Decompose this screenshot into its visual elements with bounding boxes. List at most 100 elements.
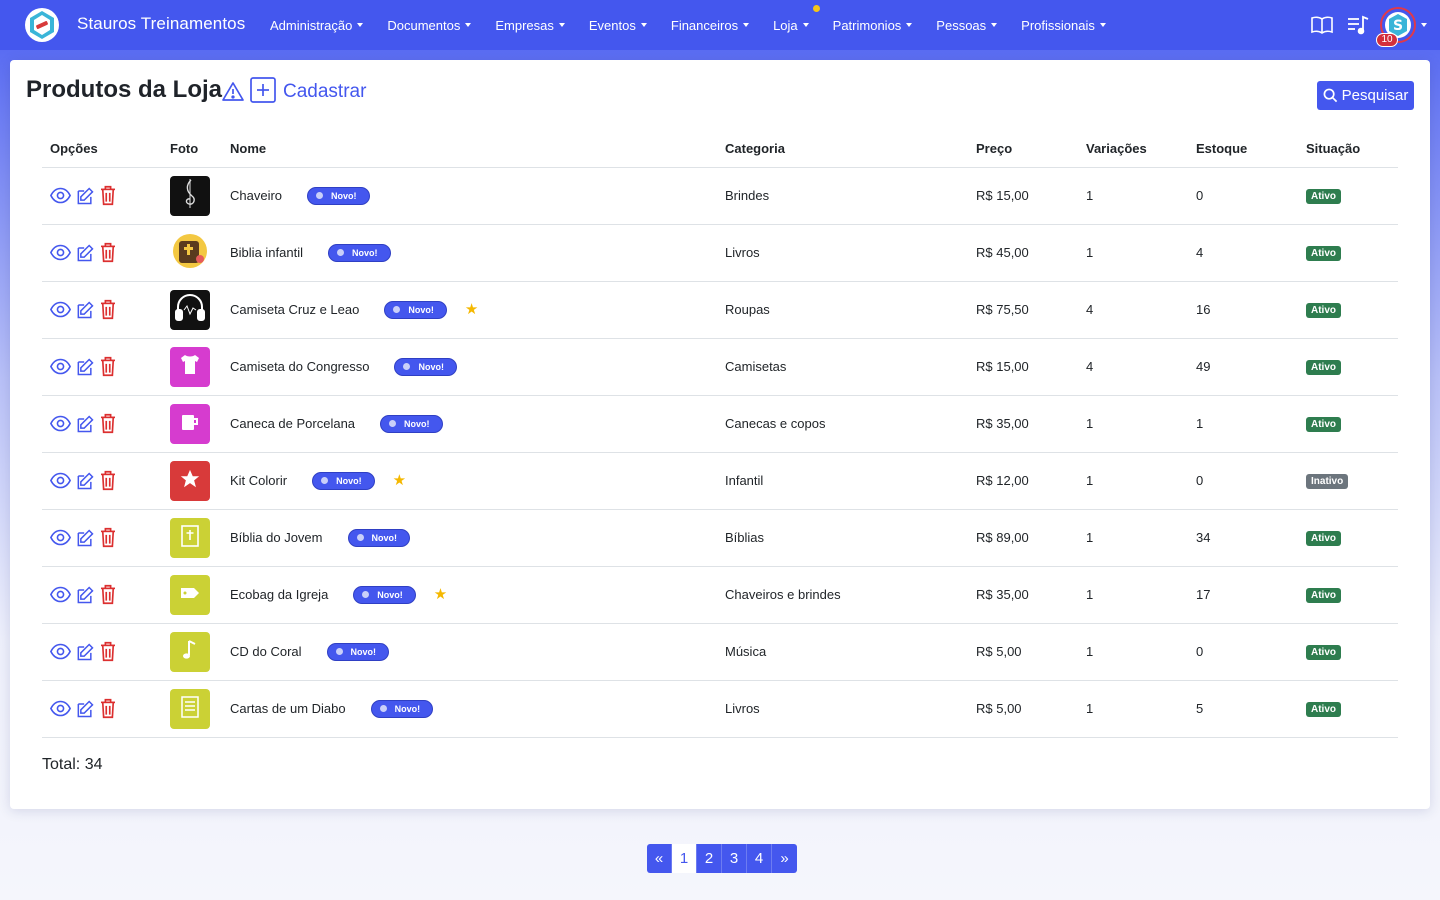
add-product-label: Cadastrar — [283, 81, 367, 102]
menu-item-loja[interactable]: Loja — [773, 4, 821, 33]
view-eye-icon[interactable] — [50, 584, 71, 605]
menu-item-profissionais[interactable]: Profissionais — [1021, 18, 1106, 33]
header-preco[interactable]: Preço — [968, 131, 1078, 168]
product-thumbnail[interactable] — [170, 232, 210, 273]
pagination-page-2[interactable]: 2 — [697, 844, 722, 873]
category-cell: Chaveiros e brindes — [717, 566, 968, 624]
delete-trash-icon[interactable] — [99, 641, 117, 662]
view-eye-icon[interactable] — [50, 641, 71, 662]
edit-icon[interactable] — [75, 699, 95, 719]
header-variacoes[interactable]: Variações — [1078, 131, 1188, 168]
header-estoque[interactable]: Estoque — [1188, 131, 1298, 168]
edit-icon[interactable] — [75, 243, 95, 263]
product-name[interactable]: Cartas de um Diabo — [230, 701, 346, 716]
product-name[interactable]: Biblia infantil — [230, 245, 303, 260]
product-thumbnail[interactable] — [170, 289, 210, 330]
menu-item-patrimonios[interactable]: Patrimonios — [833, 18, 913, 33]
pagination: « 1 2 3 4 » — [647, 844, 797, 873]
delete-trash-icon[interactable] — [99, 299, 117, 320]
playlist-icon[interactable] — [1346, 13, 1370, 37]
view-eye-icon[interactable] — [50, 698, 71, 719]
edit-icon[interactable] — [75, 471, 95, 491]
caret-down-icon[interactable] — [1421, 23, 1427, 27]
mug-icon — [177, 409, 203, 438]
clef-icon — [176, 177, 204, 214]
header-opcoes[interactable]: Opções — [42, 131, 162, 168]
table-header-row: Opções Foto Nome Categoria Preço Variaçõ… — [42, 131, 1398, 168]
view-eye-icon[interactable] — [50, 527, 71, 548]
add-product-button[interactable]: Cadastrar — [250, 76, 366, 104]
book-icon[interactable] — [1310, 13, 1334, 37]
product-name[interactable]: Caneca de Porcelana — [230, 416, 355, 431]
pagination-prev[interactable]: « — [647, 844, 672, 873]
stock-cell: 0 — [1188, 452, 1298, 510]
delete-trash-icon[interactable] — [99, 185, 117, 206]
pagination-page-3[interactable]: 3 — [722, 844, 747, 873]
caret-down-icon — [1099, 23, 1106, 27]
brand-name[interactable]: Stauros Treinamentos — [77, 14, 245, 34]
view-eye-icon[interactable] — [50, 356, 71, 377]
product-name[interactable]: CD do Coral — [230, 644, 302, 659]
pagination-page-1[interactable]: 1 — [672, 844, 697, 873]
menu-item-financeiros[interactable]: Financeiros — [671, 18, 750, 33]
product-name[interactable]: Chaveiro — [230, 188, 282, 203]
delete-trash-icon[interactable] — [99, 584, 117, 605]
table-body: Chaveiro Novo! Brindes R$ 15,00 1 0 Ativ… — [42, 167, 1398, 738]
table-row: Ecobag da Igreja Novo! ★ Chaveiros e bri… — [42, 566, 1398, 624]
edit-icon[interactable] — [75, 528, 95, 548]
header-situacao[interactable]: Situação — [1298, 131, 1398, 168]
delete-trash-icon[interactable] — [99, 527, 117, 548]
edit-icon[interactable] — [75, 186, 95, 206]
edit-icon[interactable] — [75, 414, 95, 434]
header-categoria[interactable]: Categoria — [717, 131, 968, 168]
badge-dot-icon — [316, 192, 324, 199]
new-badge-label: Novo! — [377, 589, 403, 600]
headphones-icon — [172, 290, 208, 329]
delete-trash-icon[interactable] — [99, 356, 117, 377]
product-thumbnail[interactable] — [170, 175, 210, 216]
warning-icon[interactable] — [221, 80, 245, 104]
menu-item-eventos[interactable]: Eventos — [589, 18, 647, 33]
view-eye-icon[interactable] — [50, 470, 71, 491]
delete-trash-icon[interactable] — [99, 698, 117, 719]
options-cell — [42, 566, 162, 624]
header-nome[interactable]: Nome — [222, 131, 717, 168]
product-name[interactable]: Bíblia do Jovem — [230, 530, 323, 545]
product-thumbnail[interactable] — [170, 460, 210, 501]
product-thumbnail[interactable] — [170, 574, 210, 615]
view-eye-icon[interactable] — [50, 185, 71, 206]
edit-icon[interactable] — [75, 357, 95, 377]
delete-trash-icon[interactable] — [99, 470, 117, 491]
caret-down-icon — [357, 23, 364, 27]
product-thumbnail[interactable] — [170, 346, 210, 387]
product-thumbnail[interactable] — [170, 517, 210, 558]
menu-item-documentos[interactable]: Documentos — [387, 18, 472, 33]
menu-item-pessoas[interactable]: Pessoas — [936, 18, 998, 33]
product-thumbnail[interactable] — [170, 403, 210, 444]
pagination-next[interactable]: » — [772, 844, 797, 873]
options-cell — [42, 452, 162, 510]
variations-cell: 1 — [1078, 509, 1188, 567]
header-foto[interactable]: Foto — [162, 131, 222, 168]
menu-item-administracao[interactable]: Administração — [270, 18, 364, 33]
delete-trash-icon[interactable] — [99, 413, 117, 434]
product-thumbnail[interactable] — [170, 688, 210, 729]
product-thumbnail[interactable] — [170, 631, 210, 672]
badge-dot-icon — [356, 534, 364, 541]
view-eye-icon[interactable] — [50, 242, 71, 263]
pagination-page-4[interactable]: 4 — [747, 844, 772, 873]
edit-icon[interactable] — [75, 300, 95, 320]
edit-icon[interactable] — [75, 642, 95, 662]
edit-icon[interactable] — [75, 585, 95, 605]
photo-cell — [162, 623, 222, 681]
brand-logo-icon[interactable] — [24, 7, 60, 43]
product-name[interactable]: Camiseta do Congresso — [230, 359, 369, 374]
delete-trash-icon[interactable] — [99, 242, 117, 263]
view-eye-icon[interactable] — [50, 299, 71, 320]
search-button[interactable]: Pesquisar — [1317, 81, 1414, 110]
product-name[interactable]: Kit Colorir — [230, 473, 287, 488]
product-name[interactable]: Camiseta Cruz e Leao — [230, 302, 359, 317]
view-eye-icon[interactable] — [50, 413, 71, 434]
product-name[interactable]: Ecobag da Igreja — [230, 587, 328, 602]
menu-item-empresas[interactable]: Empresas — [495, 18, 565, 33]
